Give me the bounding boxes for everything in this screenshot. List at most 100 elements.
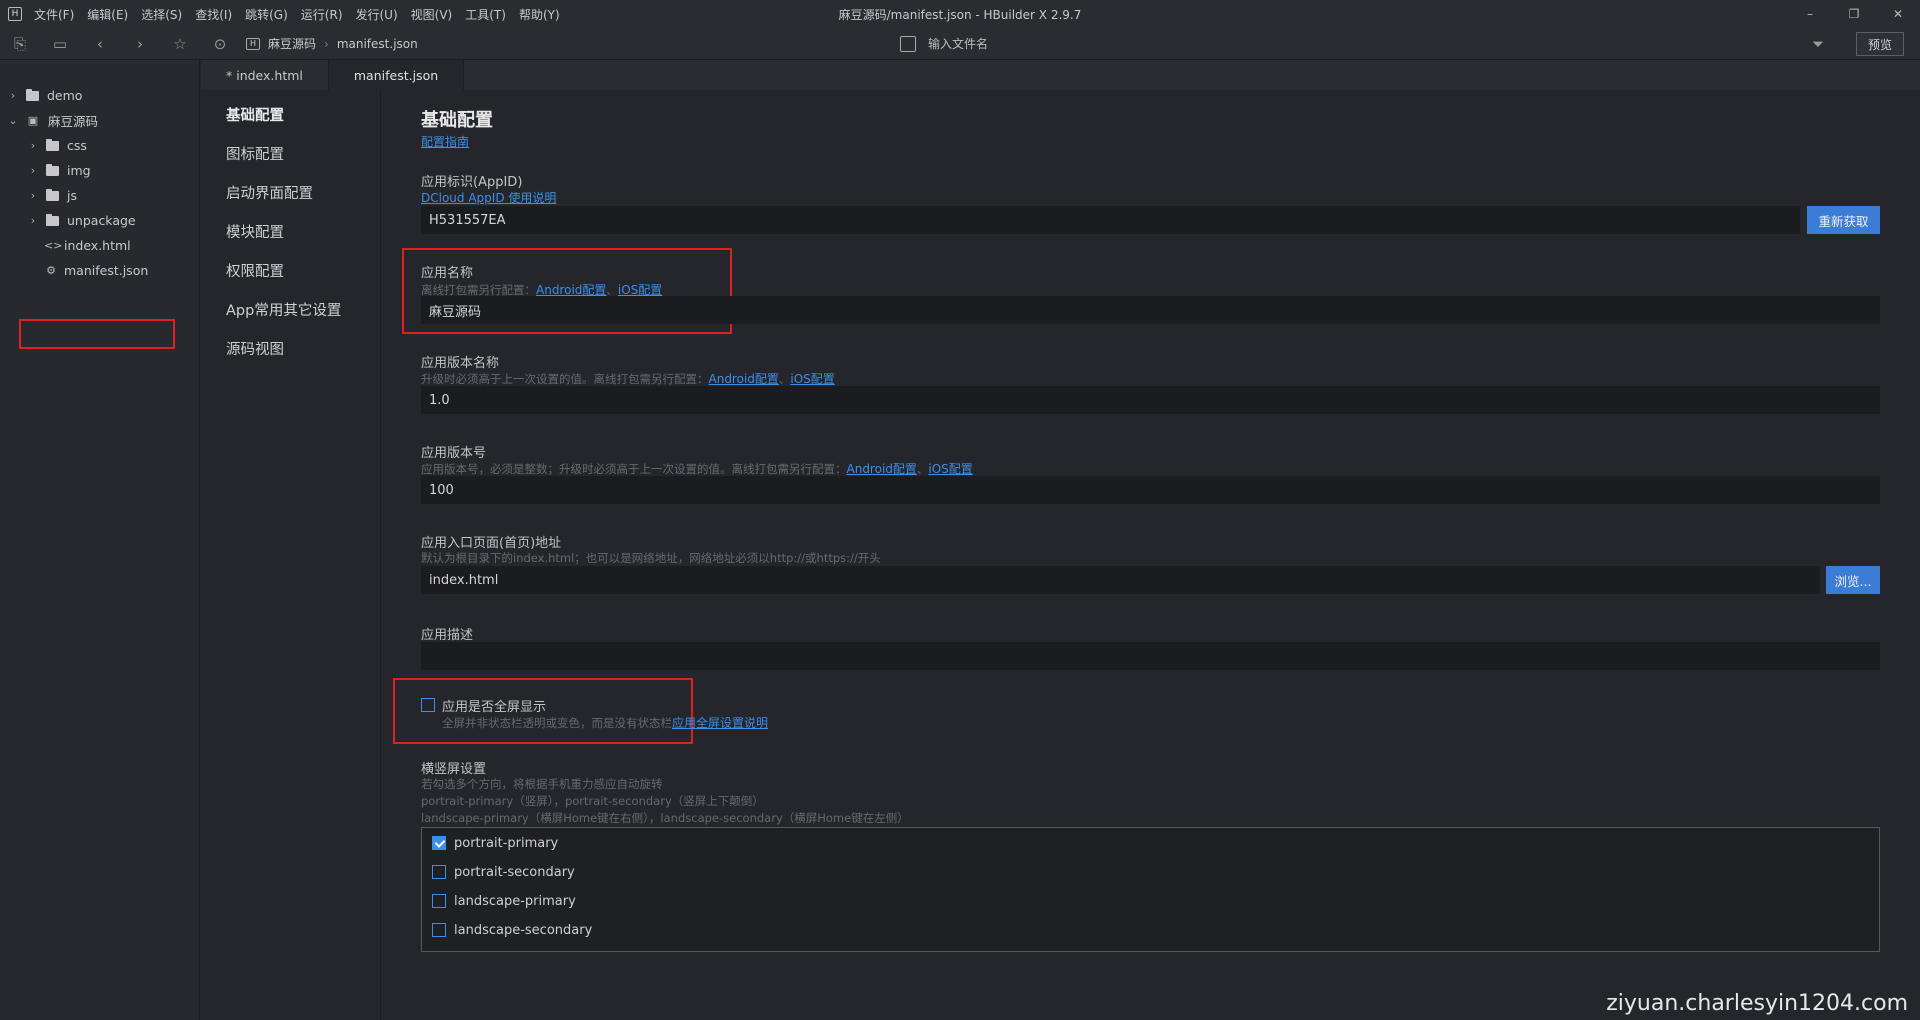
nav-app-other-settings[interactable]: App常用其它设置: [226, 299, 341, 320]
orientation-option-label: landscape-secondary: [454, 922, 593, 938]
orientation-hint-1: 若勾选多个方向，将根据手机重力感应自动旋转: [421, 777, 663, 791]
version-name-android-link[interactable]: Android配置: [709, 372, 779, 386]
menu-file[interactable]: 文件(F): [34, 6, 74, 23]
hbuilder-logo-icon: H: [8, 7, 22, 21]
appid-help-link[interactable]: DCloud AppID 使用说明: [421, 189, 556, 206]
fullscreen-help-link[interactable]: 应用全屏设置说明: [672, 716, 768, 730]
json-file-icon: ⚙: [46, 264, 56, 277]
forward-icon[interactable]: ›: [120, 28, 160, 60]
description-field[interactable]: [421, 642, 1880, 670]
html-file-icon: <>: [44, 239, 63, 252]
tree-item-index-html[interactable]: <> index.html: [0, 233, 200, 258]
orientation-option-landscape-secondary[interactable]: landscape-secondary: [432, 920, 592, 940]
folder-icon: [26, 88, 39, 101]
link-separator: 、: [916, 462, 929, 476]
save-icon[interactable]: ▭: [40, 28, 80, 60]
nav-module-config[interactable]: 模块配置: [226, 221, 284, 242]
file-search-input[interactable]: [928, 37, 1628, 51]
checkbox-icon[interactable]: [432, 865, 446, 879]
fullscreen-checkbox[interactable]: [421, 698, 435, 712]
config-guide-link[interactable]: 配置指南: [421, 133, 469, 150]
menu-run[interactable]: 运行(R): [301, 6, 343, 23]
version-name-label: 应用版本名称: [421, 356, 500, 371]
link-separator: 、: [778, 372, 791, 386]
window-title: 麻豆源码/manifest.json - HBuilder X 2.9.7: [838, 8, 1082, 22]
tree-item-img[interactable]: › img: [0, 158, 200, 183]
version-code-ios-link[interactable]: iOS配置: [928, 462, 972, 476]
preview-button[interactable]: 预览: [1856, 32, 1904, 56]
title-bar: H 文件(F) 编辑(E) 选择(S) 查找(I) 跳转(G) 运行(R) 发行…: [0, 0, 1920, 28]
app-name-label: 应用名称: [421, 266, 474, 281]
tree-item-demo[interactable]: › demo: [0, 83, 200, 108]
menu-tools[interactable]: 工具(T): [465, 6, 506, 23]
version-code-field[interactable]: [421, 476, 1880, 504]
project-icon: H: [246, 37, 260, 50]
chevron-down-icon: ⌄: [8, 114, 18, 127]
menu-select[interactable]: 选择(S): [141, 6, 182, 23]
restore-button[interactable]: ❐: [1832, 0, 1876, 28]
orientation-option-portrait-secondary[interactable]: portrait-secondary: [432, 862, 575, 882]
version-code-android-link[interactable]: Android配置: [847, 462, 917, 476]
tab-manifest-json[interactable]: manifest.json: [328, 60, 465, 90]
entry-page-field[interactable]: [421, 566, 1820, 594]
watermark: ziyuan.charlesyin1204.com: [1606, 991, 1908, 1016]
fullscreen-hint: 全屏并非状态栏透明或变色，而是没有状态栏: [442, 716, 672, 730]
version-name-field[interactable]: [421, 386, 1880, 414]
tab-index-html[interactable]: * index.html: [201, 60, 329, 90]
app-name-field[interactable]: [421, 296, 1880, 324]
nav-basic-config[interactable]: 基础配置: [226, 104, 284, 125]
menu-help[interactable]: 帮助(Y): [519, 6, 560, 23]
menu-publish[interactable]: 发行(U): [356, 6, 398, 23]
chevron-right-icon: ›: [30, 139, 36, 152]
folder-icon: [46, 213, 59, 226]
orientation-option-landscape-primary[interactable]: landscape-primary: [432, 891, 576, 911]
nav-splash-config[interactable]: 启动界面配置: [226, 182, 313, 203]
window-controls: – ❐ ✕: [1788, 0, 1920, 28]
nav-permission-config[interactable]: 权限配置: [226, 260, 284, 281]
app-name-android-link[interactable]: Android配置: [536, 283, 606, 297]
filter-icon[interactable]: ⏷: [1812, 35, 1824, 53]
config-form: 基础配置 配置指南 应用标识(AppID) DCloud AppID 使用说明 …: [382, 90, 1920, 1020]
checkbox-icon[interactable]: [432, 894, 446, 908]
app-name-ios-link[interactable]: iOS配置: [618, 283, 662, 297]
entry-page-hint: 默认为根目录下的index.html；也可以是网络地址，网络地址必须以http:…: [421, 551, 881, 565]
back-icon[interactable]: ‹: [80, 28, 120, 60]
breadcrumb-project[interactable]: 麻豆源码: [268, 35, 316, 52]
menu-edit[interactable]: 编辑(E): [87, 6, 128, 23]
breadcrumb-file[interactable]: manifest.json: [337, 37, 418, 51]
tree-item-label: manifest.json: [64, 263, 149, 278]
nav-icon-config[interactable]: 图标配置: [226, 143, 284, 164]
nav-source-view[interactable]: 源码视图: [226, 338, 284, 359]
run-icon[interactable]: ⊙: [200, 28, 240, 60]
appid-label: 应用标识(AppID): [421, 175, 523, 190]
tree-item-unpackage[interactable]: › unpackage: [0, 208, 200, 233]
project-explorer: › demo ⌄ ▣ 麻豆源码 › css › img › js › unpac…: [0, 60, 200, 1020]
tree-item-css[interactable]: › css: [0, 133, 200, 158]
orientation-option-portrait-primary[interactable]: portrait-primary: [432, 833, 558, 853]
appid-field[interactable]: [421, 206, 1800, 234]
checkbox-checked-icon[interactable]: [432, 836, 446, 850]
tree-item-manifest-json[interactable]: ⚙ manifest.json: [0, 258, 200, 283]
chevron-right-icon: ›: [30, 214, 36, 227]
refetch-appid-button[interactable]: 重新获取: [1807, 206, 1880, 234]
menu-goto[interactable]: 跳转(G): [245, 6, 288, 23]
tree-item-project[interactable]: ⌄ ▣ 麻豆源码: [0, 108, 200, 133]
menu-view[interactable]: 视图(V): [411, 6, 453, 23]
toolbar: ⎘ ▭ ‹ › ☆ ⊙ H 麻豆源码 › manifest.json ⏷ 预览: [0, 28, 1920, 60]
app-name-hint: 离线打包需另行配置：: [421, 283, 536, 297]
orientation-option-label: landscape-primary: [454, 893, 576, 909]
browse-button[interactable]: 浏览...: [1826, 566, 1880, 594]
minimize-button[interactable]: –: [1788, 0, 1832, 28]
chevron-right-icon: ›: [10, 89, 16, 102]
star-icon[interactable]: ☆: [160, 28, 200, 60]
version-name-ios-link[interactable]: iOS配置: [790, 372, 834, 386]
selected-file-highlight: [19, 319, 175, 349]
close-button[interactable]: ✕: [1876, 0, 1920, 28]
checkbox-icon[interactable]: [432, 923, 446, 937]
tree-item-label: unpackage: [67, 213, 136, 228]
tree-item-js[interactable]: › js: [0, 183, 200, 208]
new-file-icon[interactable]: ⎘: [0, 28, 40, 60]
fullscreen-label: 应用是否全屏显示: [442, 700, 547, 715]
tree-item-label: index.html: [64, 238, 131, 253]
menu-find[interactable]: 查找(I): [195, 6, 232, 23]
